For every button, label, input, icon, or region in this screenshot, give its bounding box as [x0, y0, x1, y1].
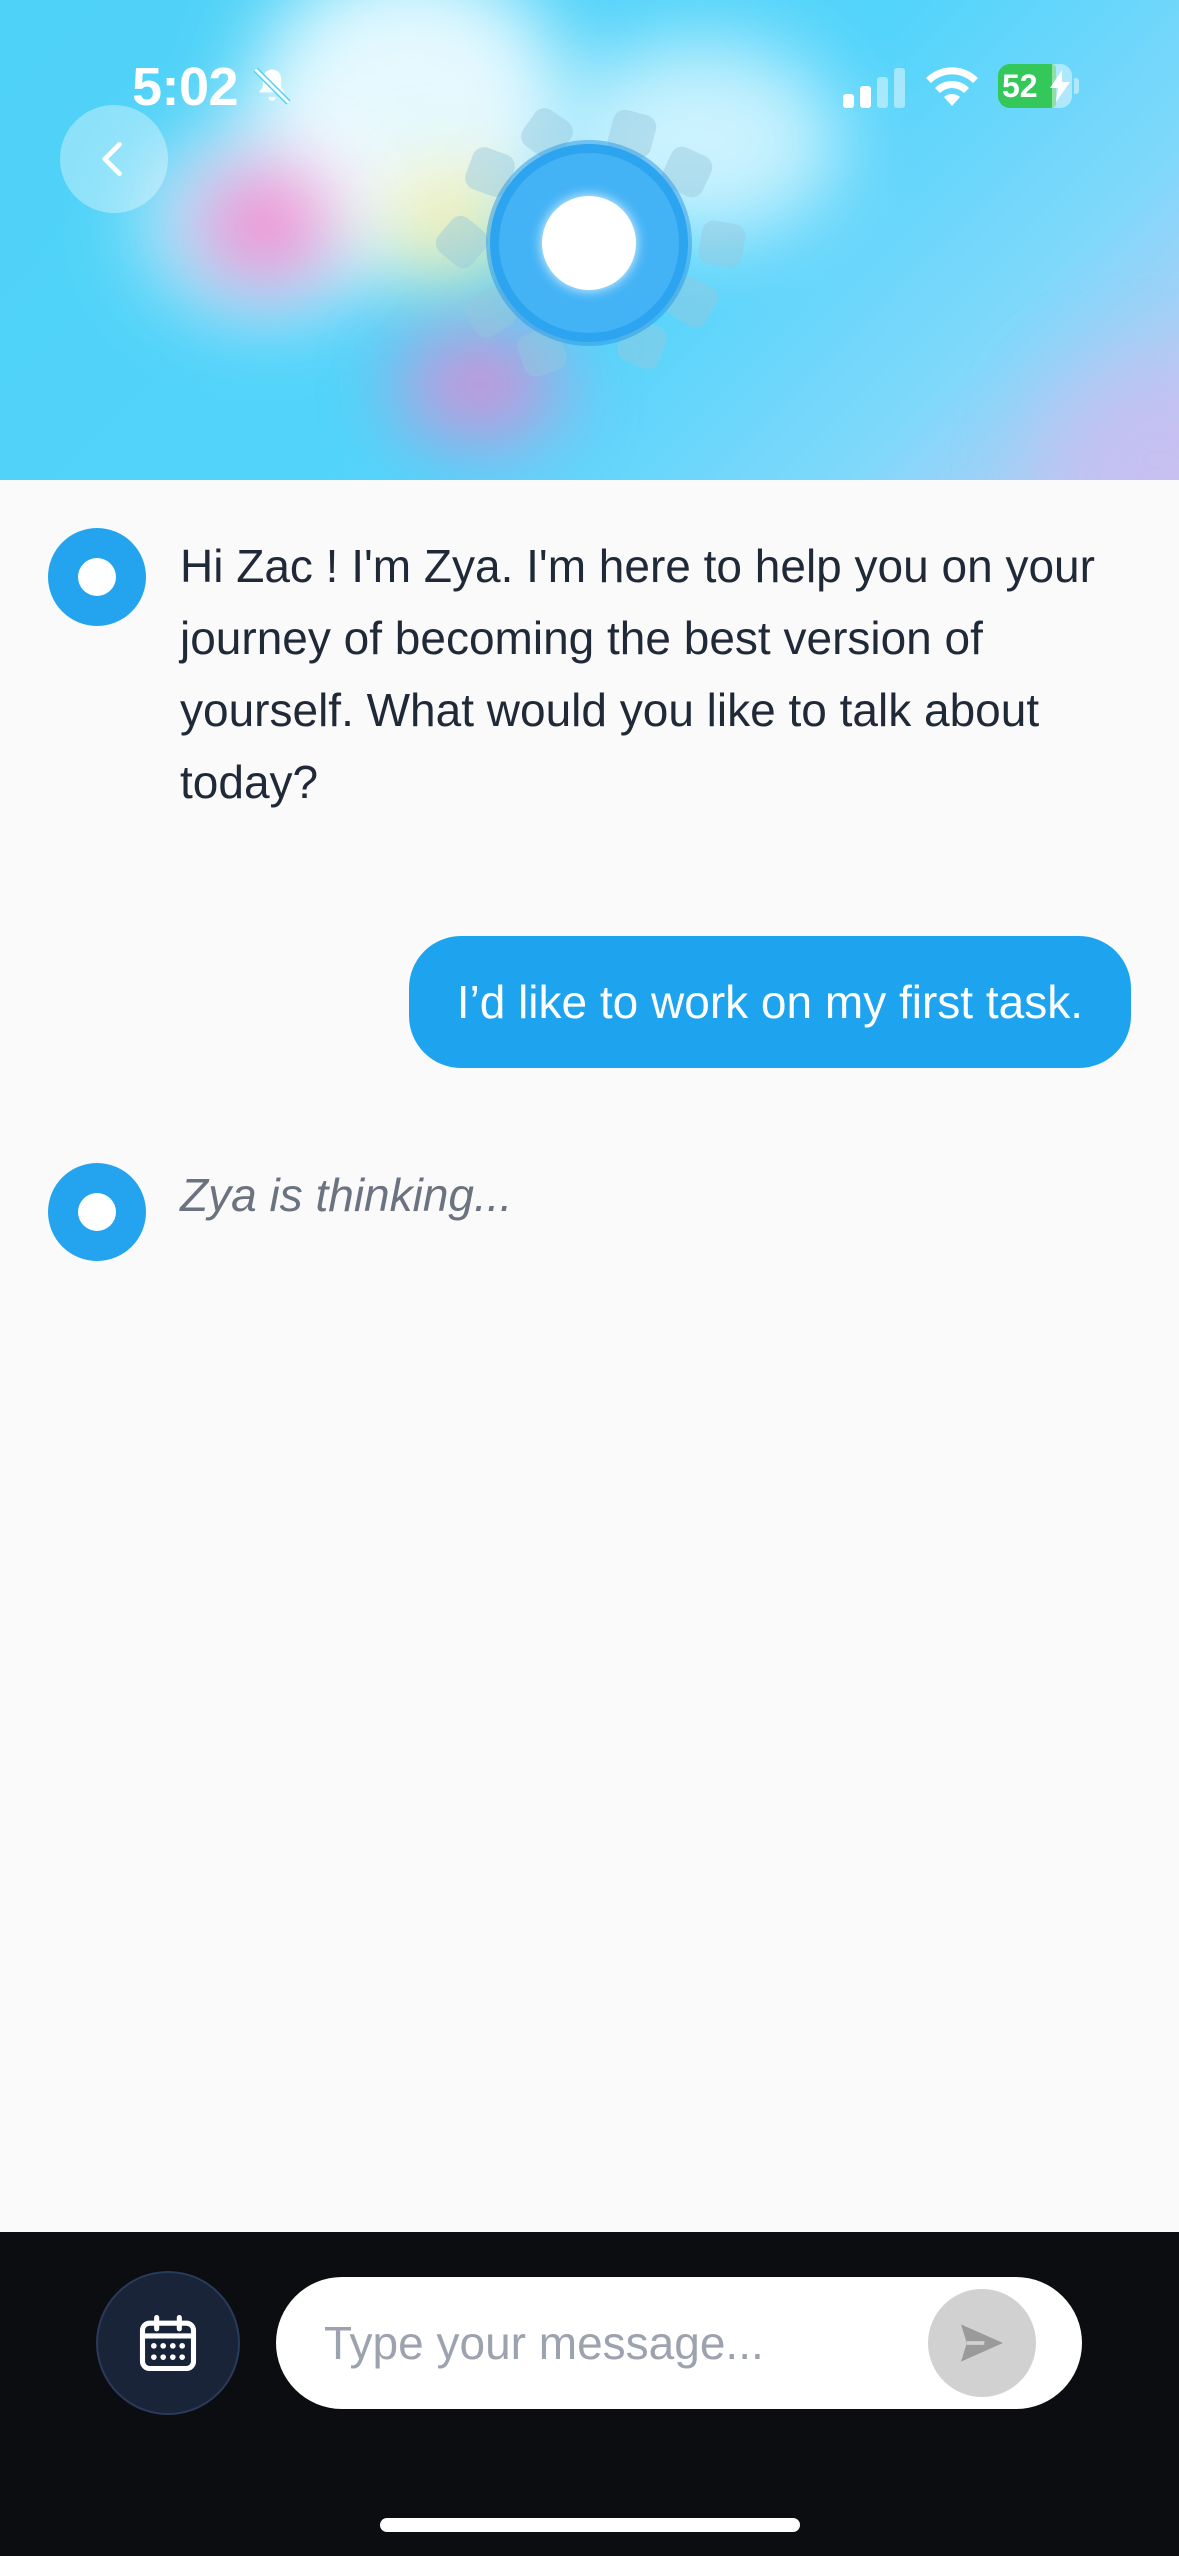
assistant-avatar — [48, 528, 146, 626]
message-input[interactable] — [324, 2277, 924, 2409]
cellular-signal-icon — [843, 68, 905, 108]
wifi-icon — [926, 67, 978, 106]
send-button[interactable] — [928, 2289, 1036, 2397]
chevron-left-icon — [102, 141, 122, 177]
back-button[interactable] — [60, 105, 168, 213]
thinking-indicator: Zya is thinking... — [180, 1169, 513, 1221]
home-indicator[interactable] — [380, 2518, 800, 2532]
chat-screen: 5:02 52 Hi Zac ! I'm Zya. I'm here to he… — [0, 0, 1179, 2556]
zya-orb-icon — [490, 144, 688, 342]
user-message-bubble: I’d like to work on my first task. — [408, 936, 1131, 1068]
battery-charging-icon: 52 — [998, 64, 1079, 108]
header-banner: 5:02 52 — [0, 0, 1179, 480]
message-field — [276, 2277, 1082, 2409]
battery-percent: 52 — [1002, 68, 1038, 104]
bell-slash-icon — [253, 67, 291, 105]
calendar-button[interactable] — [96, 2271, 240, 2415]
status-time: 5:02 — [132, 57, 239, 117]
assistant-avatar — [48, 1163, 146, 1261]
calendar-icon — [139, 2314, 197, 2372]
send-icon — [961, 2324, 1003, 2362]
assistant-message: Hi Zac ! I'm Zya. I'm here to help you o… — [180, 540, 1095, 808]
